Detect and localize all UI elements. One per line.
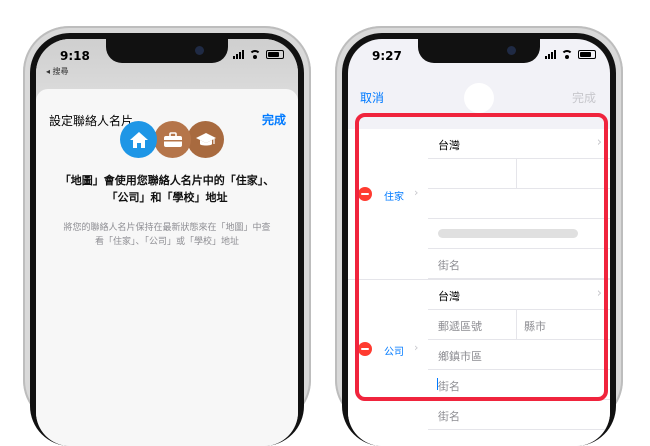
briefcase-icon: [154, 121, 191, 158]
home-country: 台灣: [438, 139, 460, 152]
home-country-row[interactable]: 台灣 ›: [428, 129, 610, 159]
chevron-right-icon: ›: [596, 135, 602, 150]
left-phone-frame: 9:18 ◂ 搜尋 設定聯絡人名片 完成 「地圖」會使用您聯絡人名片中的「住家」…: [23, 26, 311, 446]
work-address-label[interactable]: 公司: [384, 343, 404, 358]
home-street-filled-row[interactable]: [428, 219, 610, 249]
right-phone-frame: 9:27 取消 完成 台灣 › 街名 住家 › 台灣 › 郵遞區號 縣市 鄉鎮市…: [335, 26, 623, 446]
district-field[interactable]: 鄉鎮市區: [438, 348, 482, 364]
chevron-right-icon: ›: [414, 186, 419, 199]
work-postal-row[interactable]: 郵遞區號 縣市: [428, 310, 610, 340]
home-street-row[interactable]: 街名: [428, 249, 610, 279]
battery-icon: [578, 50, 596, 59]
chevron-right-icon: ›: [414, 341, 419, 354]
home-district-row[interactable]: [428, 189, 610, 219]
description: 將您的聯絡人名片保持在最新狀態來在「地圖」中查 看「住家」、「公司」或「學校」地…: [58, 221, 276, 249]
street2-field[interactable]: 街名: [438, 408, 460, 424]
work-street-row[interactable]: 街名: [428, 370, 610, 400]
cellular-signal-icon: [545, 50, 556, 59]
home-icon: [120, 121, 157, 158]
work-country-row[interactable]: 台灣 ›: [428, 280, 610, 310]
headline-line: 「公司」和「學校」地址: [106, 191, 228, 204]
headline: 「地圖」會使用您聯絡人名片中的「住家」、 「公司」和「學校」地址: [36, 172, 298, 206]
headline-line: 「地圖」會使用您聯絡人名片中的「住家」、: [59, 174, 275, 187]
wifi-icon: [249, 50, 261, 59]
cancel-button[interactable]: 取消: [360, 89, 384, 106]
delete-work-address-icon[interactable]: [358, 342, 372, 356]
work-district-row[interactable]: 鄉鎮市區: [428, 340, 610, 370]
home-postal-row[interactable]: [428, 159, 610, 189]
graduation-cap-icon: [187, 121, 224, 158]
status-time: 9:27: [372, 49, 402, 63]
address-form: 台灣 › 街名 住家 › 台灣 › 郵遞區號 縣市 鄉鎮市區 街名 街名 公司 …: [348, 129, 610, 446]
home-address-label[interactable]: 住家: [384, 188, 404, 203]
wifi-icon: [561, 50, 573, 59]
done-button[interactable]: 完成: [262, 111, 286, 128]
left-screen: 9:18 ◂ 搜尋 設定聯絡人名片 完成 「地圖」會使用您聯絡人名片中的「住家」…: [36, 39, 298, 446]
sheet-title: 設定聯絡人名片: [49, 114, 134, 128]
done-button[interactable]: 完成: [572, 89, 596, 106]
county-field[interactable]: 縣市: [524, 318, 546, 334]
home-street-field[interactable]: 街名: [438, 257, 460, 273]
description-line: 將您的聯絡人名片保持在最新狀態來在「地圖」中查: [63, 223, 271, 233]
right-screen: 9:27 取消 完成 台灣 › 街名 住家 › 台灣 › 郵遞區號 縣市 鄉鎮市…: [348, 39, 610, 446]
contact-avatar[interactable]: [464, 83, 494, 113]
street-field[interactable]: 街名: [438, 378, 460, 394]
status-time: 9:18: [60, 49, 90, 63]
work-country: 台灣: [438, 290, 460, 303]
notch: [418, 39, 540, 63]
delete-home-address-icon[interactable]: [358, 187, 372, 201]
description-line: 看「住家」、「公司」或「學校」地址: [94, 237, 239, 247]
work-street2-row[interactable]: 街名: [428, 400, 610, 430]
cellular-signal-icon: [233, 50, 244, 59]
blurred-address: [438, 229, 578, 238]
chevron-right-icon: ›: [596, 286, 602, 301]
postal-code-field[interactable]: 郵遞區號: [438, 318, 482, 334]
notch: [106, 39, 228, 63]
battery-icon: [266, 50, 284, 59]
